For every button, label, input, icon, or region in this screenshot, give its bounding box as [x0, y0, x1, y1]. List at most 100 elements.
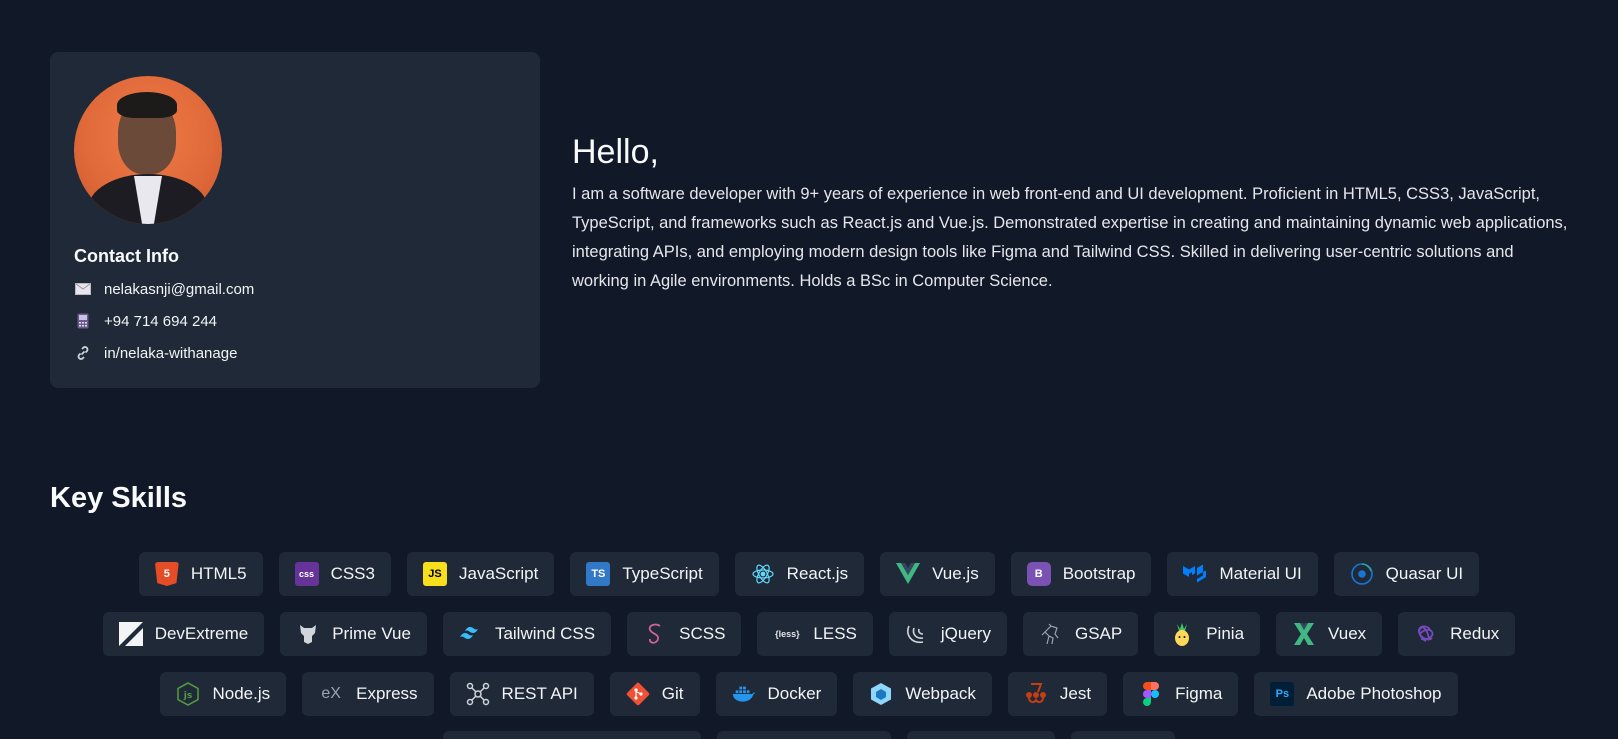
skill-less: {less} LESS — [757, 612, 873, 656]
contact-phone[interactable]: +94 714 694 244 — [74, 311, 516, 331]
typescript-icon: TS — [586, 562, 611, 586]
react-icon — [751, 562, 775, 586]
webpack-icon — [869, 682, 893, 706]
skill-devextreme: DevExtreme — [102, 612, 265, 656]
skill-label: Vuex — [1328, 624, 1367, 643]
skill-scss: SCSS — [627, 612, 742, 656]
figma-icon — [1139, 682, 1163, 706]
contact-email[interactable]: nelakasnji@gmail.com — [74, 279, 516, 299]
skill-label: Jest — [1059, 684, 1092, 703]
javascript-icon: JS — [422, 562, 447, 586]
key-skills-heading: Key Skills — [50, 482, 188, 514]
primevue-icon — [296, 622, 320, 646]
linkedin-text[interactable]: in/nelaka-withanage — [104, 345, 237, 362]
skill-docker: Docker — [715, 672, 838, 716]
skill-chip-cutoff — [443, 731, 701, 739]
skill-vuex: Vuex — [1276, 612, 1383, 656]
contact-card: Contact Info nelakasnji@gmail.com +94 71… — [50, 52, 540, 388]
css3-icon: css — [294, 562, 319, 586]
skill-label: Pinia — [1206, 624, 1245, 643]
skill-chip-cutoff — [1071, 731, 1175, 739]
skill-label: REST API — [501, 684, 578, 703]
skill-label: LESS — [813, 624, 857, 643]
skill-label: TypeScript — [622, 564, 703, 583]
material-ui-icon — [1183, 562, 1207, 586]
skill-redux: Redux — [1398, 612, 1516, 656]
skill-chip-cutoff — [717, 731, 891, 739]
bootstrap-icon: B — [1026, 562, 1051, 586]
jquery-icon — [905, 622, 929, 646]
skill-label: DevExtreme — [154, 624, 249, 643]
skill-material-ui: Material UI — [1167, 552, 1318, 596]
skill-label: Quasar UI — [1385, 564, 1464, 583]
skill-label: Bootstrap — [1062, 564, 1136, 583]
skill-adobe-photoshop: Ps Adobe Photoshop — [1254, 672, 1458, 716]
photoshop-icon: Ps — [1270, 682, 1295, 706]
html5-icon: 5 — [154, 562, 179, 586]
skill-label: React.js — [786, 564, 849, 583]
skills-row-1: 5 HTML5 css CSS3 JS JavaScript TS TypeSc… — [0, 552, 1618, 596]
bio-paragraph: I am a software developer with 9+ years … — [572, 185, 1568, 290]
skill-react: React.js — [734, 552, 865, 596]
contact-linkedin[interactable]: in/nelaka-withanage — [74, 343, 516, 363]
avatar — [74, 76, 222, 224]
skill-gsap: GSAP — [1022, 612, 1139, 656]
skill-label: Docker — [767, 684, 822, 703]
skill-label: Node.js — [212, 684, 271, 703]
skill-label: jQuery — [940, 624, 991, 643]
skill-label: Figma — [1175, 684, 1223, 703]
skills-row-4 — [0, 731, 1618, 739]
skill-label: SCSS — [679, 624, 726, 643]
email-text[interactable]: nelakasnji@gmail.com — [104, 281, 254, 298]
skill-express: eX Express — [302, 672, 434, 716]
skill-label: Adobe Photoshop — [1306, 684, 1442, 703]
skill-label: Express — [356, 684, 418, 703]
skill-label: Tailwind CSS — [494, 624, 596, 643]
skill-git: Git — [609, 672, 700, 716]
gsap-icon — [1039, 622, 1063, 646]
skill-html5: 5 HTML5 — [138, 552, 263, 596]
intro-section: Hello, I am a software developer with 9+… — [572, 132, 1572, 296]
redux-icon — [1414, 622, 1438, 646]
skill-typescript: TS TypeScript — [570, 552, 719, 596]
express-icon: eX — [321, 685, 341, 702]
skills-row-2: DevExtreme Prime Vue Tailwind CSS SCSS {… — [0, 612, 1618, 656]
envelope-icon — [74, 280, 92, 298]
skill-javascript: JS JavaScript — [406, 552, 555, 596]
contact-info-title: Contact Info — [74, 246, 179, 266]
skill-jquery: jQuery — [888, 612, 1007, 656]
vue-icon — [896, 562, 921, 586]
skill-label: HTML5 — [190, 564, 247, 583]
devextreme-icon — [118, 622, 143, 646]
skill-tailwind-css: Tailwind CSS — [442, 612, 612, 656]
skill-label: Prime Vue — [332, 624, 411, 643]
skill-label: Vue.js — [932, 564, 979, 583]
skill-quasar-ui: Quasar UI — [1333, 552, 1480, 596]
skill-label: Redux — [1450, 624, 1500, 643]
phone-text[interactable]: +94 714 694 244 — [104, 313, 217, 330]
skill-rest-api: REST API — [449, 672, 594, 716]
skill-css3: css CSS3 — [278, 552, 391, 596]
skill-label: JavaScript — [458, 564, 539, 583]
skill-label: Webpack — [905, 684, 976, 703]
pinia-icon — [1170, 622, 1194, 646]
svg-text:js: js — [183, 691, 192, 701]
skill-prime-vue: Prime Vue — [280, 612, 427, 656]
less-icon: {less} — [775, 629, 800, 639]
greeting-heading: Hello, — [572, 133, 659, 171]
phone-icon — [74, 312, 92, 330]
skill-webpack: Webpack — [853, 672, 992, 716]
skill-label: Material UI — [1219, 564, 1302, 583]
link-icon — [74, 344, 92, 362]
skill-jest: Jest — [1007, 672, 1108, 716]
git-icon — [626, 682, 650, 706]
skill-figma: Figma — [1123, 672, 1239, 716]
skill-chip-cutoff — [907, 731, 1055, 739]
skill-label: GSAP — [1074, 624, 1123, 643]
quasar-icon — [1350, 562, 1374, 586]
sass-icon — [643, 622, 667, 646]
skill-nodejs: js Node.js — [160, 672, 287, 716]
skill-pinia: Pinia — [1154, 612, 1261, 656]
skill-vue: Vue.js — [880, 552, 995, 596]
jest-icon — [1024, 682, 1048, 706]
